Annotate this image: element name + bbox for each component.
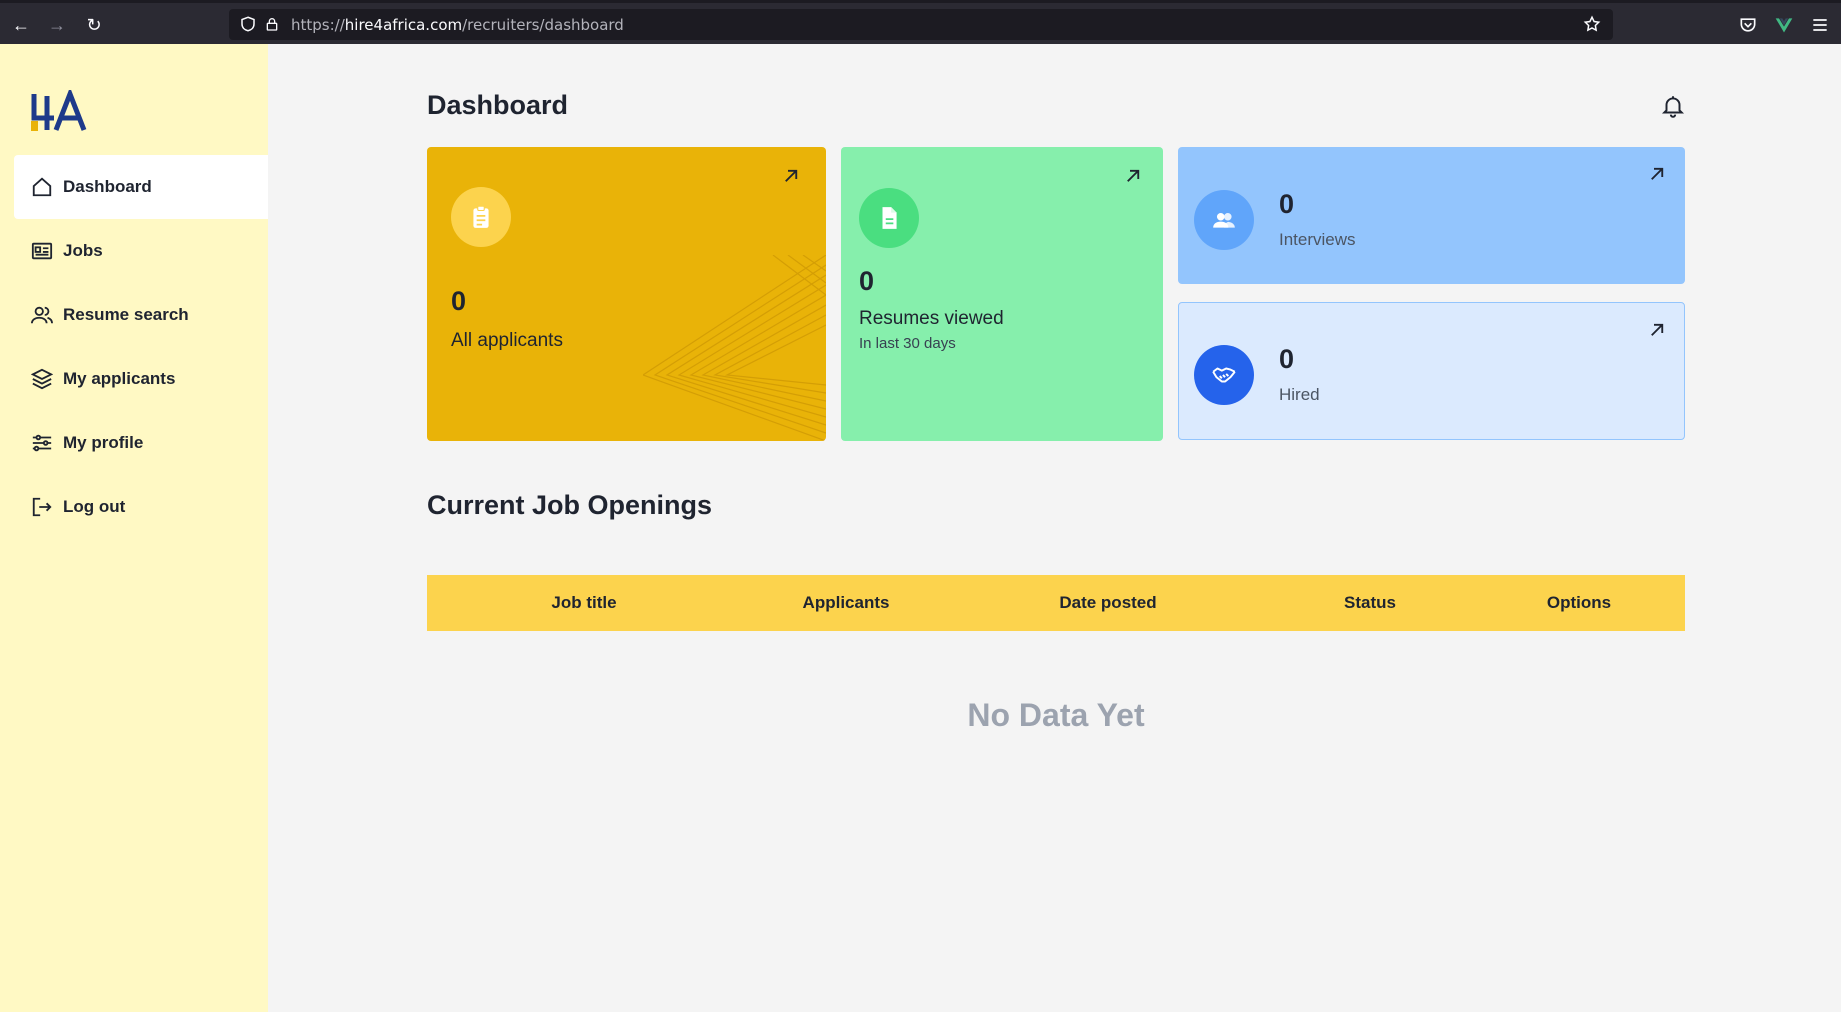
- sidebar-item-label: My profile: [63, 433, 144, 452]
- sidebar-item-my-applicants[interactable]: My applicants: [14, 347, 268, 411]
- sliders-icon: [32, 434, 52, 452]
- vue-extension-icon[interactable]: [1774, 15, 1794, 35]
- bookmark-star-icon[interactable]: [1583, 15, 1601, 33]
- sidebar-item-resume-search[interactable]: Resume search: [14, 283, 268, 347]
- hired-icon-circle: [1194, 345, 1254, 405]
- arrow-up-right-icon[interactable]: [1648, 321, 1666, 339]
- sidebar-item-label: Dashboard: [63, 177, 152, 196]
- resumes-label: Resumes viewed: [859, 308, 1004, 329]
- users-group-icon: [1213, 212, 1235, 228]
- column-header-status[interactable]: Status: [1344, 593, 1396, 613]
- logout-icon: [32, 497, 52, 517]
- users-icon: [31, 306, 53, 324]
- sidebar: Dashboard Jobs Resume search My applican…: [0, 44, 268, 1012]
- pocket-icon[interactable]: [1738, 15, 1758, 35]
- interviews-icon-circle: [1194, 190, 1254, 250]
- shield-icon[interactable]: [239, 15, 257, 33]
- sidebar-item-my-profile[interactable]: My profile: [14, 411, 268, 475]
- hired-card[interactable]: 0 Hired: [1178, 302, 1685, 440]
- resumes-viewed-card[interactable]: 0 Resumes viewed In last 30 days: [841, 147, 1163, 441]
- job-openings-table-header: Job title Applicants Date posted Status …: [427, 575, 1685, 631]
- forward-arrow-icon[interactable]: →: [46, 14, 68, 36]
- layers-icon: [31, 368, 53, 390]
- interviews-label: Interviews: [1279, 230, 1356, 249]
- arrow-up-right-icon[interactable]: [1124, 167, 1142, 185]
- home-icon: [32, 177, 52, 197]
- empty-state-text: No Data Yet: [967, 697, 1145, 733]
- back-arrow-icon[interactable]: ←: [10, 14, 32, 36]
- lock-icon[interactable]: [264, 15, 280, 33]
- handshake-icon: [1212, 367, 1236, 383]
- applicants-icon-circle: [451, 187, 511, 247]
- arrow-up-right-icon[interactable]: [782, 167, 800, 185]
- url-text[interactable]: https://hire4africa.com/recruiters/dashb…: [291, 16, 624, 34]
- resumes-sublabel: In last 30 days: [859, 335, 956, 352]
- column-header-job-title[interactable]: Job title: [551, 593, 616, 613]
- resumes-icon-circle: [859, 188, 919, 248]
- sidebar-item-label: Log out: [63, 497, 126, 516]
- clipboard-icon: [473, 205, 489, 228]
- job-openings-title: Current Job Openings: [427, 490, 713, 520]
- sidebar-item-jobs[interactable]: Jobs: [14, 219, 268, 283]
- card-pattern-decoration: [643, 255, 826, 441]
- arrow-up-right-icon[interactable]: [1648, 165, 1666, 183]
- address-bar[interactable]: https://hire4africa.com/recruiters/dashb…: [229, 9, 1613, 40]
- document-icon: [882, 207, 897, 229]
- applicants-count: 0: [451, 286, 467, 316]
- column-header-date-posted[interactable]: Date posted: [1059, 593, 1156, 613]
- interviews-card[interactable]: 0 Interviews: [1178, 147, 1685, 284]
- hire4africa-logo[interactable]: [30, 90, 92, 132]
- sidebar-item-label: Jobs: [63, 241, 103, 260]
- url-prefix: https://: [291, 16, 345, 34]
- sidebar-item-label: My applicants: [63, 369, 176, 388]
- column-header-applicants[interactable]: Applicants: [803, 593, 890, 613]
- page-title: Dashboard: [427, 90, 569, 120]
- bell-icon[interactable]: [1660, 92, 1686, 120]
- browser-toolbar: ← → ↻ https://hire4africa.com/recruiters…: [0, 0, 1841, 44]
- url-path: /recruiters/dashboard: [462, 16, 624, 34]
- interviews-count: 0: [1279, 189, 1295, 219]
- url-host: hire4africa.com: [344, 16, 463, 34]
- resumes-count: 0: [859, 266, 875, 296]
- sidebar-item-dashboard[interactable]: Dashboard: [14, 155, 268, 219]
- menu-icon[interactable]: [1810, 15, 1830, 35]
- hired-count: 0: [1279, 344, 1295, 374]
- column-header-options[interactable]: Options: [1547, 593, 1611, 613]
- id-card-icon: [31, 242, 53, 260]
- all-applicants-card[interactable]: 0 All applicants: [427, 147, 826, 441]
- sidebar-item-label: Resume search: [63, 305, 189, 324]
- applicants-label: All applicants: [451, 330, 563, 351]
- sidebar-item-log-out[interactable]: Log out: [14, 475, 268, 539]
- hired-label: Hired: [1279, 385, 1320, 404]
- reload-icon[interactable]: ↻: [83, 14, 105, 36]
